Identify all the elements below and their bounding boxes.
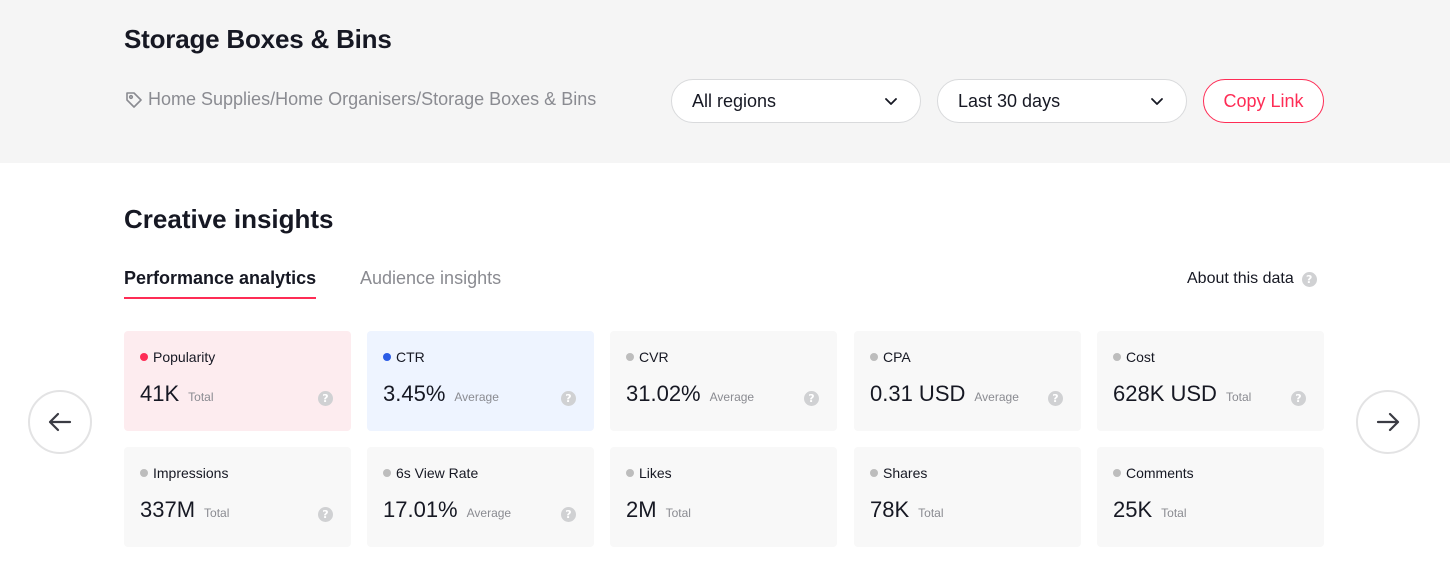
status-dot — [870, 353, 878, 361]
metric-label-text: CTR — [396, 349, 425, 365]
copy-link-button[interactable]: Copy Link — [1203, 79, 1324, 123]
metric-label: Likes — [626, 465, 672, 481]
arrow-right-icon — [1376, 412, 1400, 432]
metric-label-text: Popularity — [153, 349, 216, 365]
metric-aggregation: Total — [1161, 506, 1187, 520]
metric-value: 25K — [1113, 497, 1153, 522]
status-dot — [626, 353, 634, 361]
status-dot — [383, 469, 391, 477]
chevron-down-icon — [1151, 98, 1163, 105]
metric-value: 2M — [626, 497, 657, 522]
status-dot — [870, 469, 878, 477]
metric-value: 17.01% — [383, 497, 458, 522]
metric-label: Shares — [870, 465, 927, 481]
metric-aggregation: Total — [665, 506, 691, 520]
metric-value: 78K — [870, 497, 910, 522]
region-select[interactable]: All regions — [671, 79, 921, 123]
question-circle-icon[interactable]: ? — [318, 391, 333, 406]
about-label: About this data — [1187, 270, 1294, 287]
metric-card: CPA 0.31 USD Average? — [854, 331, 1081, 431]
prev-button[interactable] — [28, 390, 92, 454]
metric-aggregation: Total — [188, 390, 214, 404]
metric-card: Impressions 337M Total? — [124, 447, 351, 547]
question-circle-icon[interactable]: ? — [318, 507, 333, 522]
metric-value-row: 25K Total — [1113, 497, 1187, 523]
status-dot — [1113, 353, 1121, 361]
metric-label: CPA — [870, 349, 911, 365]
metric-label-text: Likes — [639, 465, 672, 481]
metric-value-row: 41K Total — [140, 381, 214, 407]
question-circle-icon[interactable]: ? — [561, 391, 576, 406]
status-dot — [1113, 469, 1121, 477]
metric-label: 6s View Rate — [383, 465, 478, 481]
page-title: Storage Boxes & Bins — [124, 24, 392, 54]
metric-value-row: 337M Total — [140, 497, 229, 523]
breadcrumb-text: Home Supplies/Home Organisers/Storage Bo… — [148, 89, 597, 109]
metric-label-text: CPA — [883, 349, 911, 365]
period-select[interactable]: Last 30 days — [937, 79, 1187, 123]
arrow-left-icon — [48, 412, 72, 432]
chevron-down-icon — [885, 98, 897, 105]
metric-value-row: 0.31 USD Average — [870, 381, 1019, 407]
metric-card: 6s View Rate 17.01% Average? — [367, 447, 594, 547]
metric-card: CTR 3.45% Average? — [367, 331, 594, 431]
status-dot — [383, 353, 391, 361]
next-button[interactable] — [1356, 390, 1420, 454]
metric-aggregation: Average — [709, 390, 755, 404]
metric-card: Cost 628K USD Total? — [1097, 331, 1324, 431]
status-dot — [140, 353, 148, 361]
tab-performance-analytics[interactable]: Performance analytics — [124, 268, 317, 299]
section-title: Creative insights — [124, 204, 334, 234]
tab-audience-insights[interactable]: Audience insights — [360, 268, 501, 289]
metric-value-row: 78K Total — [870, 497, 944, 523]
question-circle-icon[interactable]: ? — [804, 391, 819, 406]
metric-value-row: 31.02% Average — [626, 381, 754, 407]
metric-aggregation: Total — [204, 506, 230, 520]
metric-aggregation: Average — [974, 390, 1019, 404]
metric-label: CVR — [626, 349, 669, 365]
metric-label-text: Shares — [883, 465, 928, 481]
metric-aggregation: Average — [454, 390, 499, 404]
metric-aggregation: Total — [918, 506, 944, 520]
metric-card: Comments 25K Total — [1097, 447, 1324, 547]
metric-value: 31.02% — [626, 381, 701, 406]
about-this-data[interactable]: About this data ? — [1187, 270, 1317, 288]
metric-label-text: 6s View Rate — [396, 465, 479, 481]
status-dot — [140, 469, 148, 477]
metric-value-row: 2M Total — [626, 497, 691, 523]
question-circle-icon[interactable]: ? — [1301, 271, 1317, 287]
metric-label-text: Cost — [1126, 349, 1155, 365]
metric-value: 628K USD — [1113, 381, 1217, 406]
status-dot — [626, 469, 634, 477]
tag-icon — [124, 90, 144, 110]
metric-value: 3.45% — [383, 381, 446, 406]
metric-label: Comments — [1113, 465, 1194, 481]
question-circle-icon[interactable]: ? — [1291, 391, 1306, 406]
metric-value-row: 3.45% Average — [383, 381, 499, 407]
metric-label: Impressions — [140, 465, 228, 481]
metric-label: CTR — [383, 349, 425, 365]
metric-aggregation: Total — [1225, 390, 1252, 404]
metric-card: Likes 2M Total — [610, 447, 837, 547]
metric-value: 0.31 USD — [870, 381, 966, 406]
metric-value: 41K — [140, 381, 180, 406]
question-circle-icon[interactable]: ? — [561, 507, 576, 522]
question-circle-icon[interactable]: ? — [1048, 391, 1063, 406]
region-select-value: All regions — [692, 90, 777, 111]
metric-label: Cost — [1113, 349, 1155, 365]
metric-label-text: Comments — [1126, 465, 1194, 481]
metric-aggregation: Average — [466, 506, 512, 520]
metric-card: Popularity 41K Total? — [124, 331, 351, 431]
metric-value-row: 628K USD Total — [1113, 381, 1251, 407]
metric-label-text: CVR — [639, 349, 669, 365]
metric-label-text: Impressions — [153, 465, 229, 481]
period-select-value: Last 30 days — [958, 90, 1061, 111]
metric-card: Shares 78K Total — [854, 447, 1081, 547]
breadcrumb: Home Supplies/Home Organisers/Storage Bo… — [124, 89, 596, 110]
metric-value: 337M — [140, 497, 196, 522]
metric-card: CVR 31.02% Average? — [610, 331, 837, 431]
metric-label: Popularity — [140, 349, 215, 365]
metric-value-row: 17.01% Average — [383, 497, 511, 523]
